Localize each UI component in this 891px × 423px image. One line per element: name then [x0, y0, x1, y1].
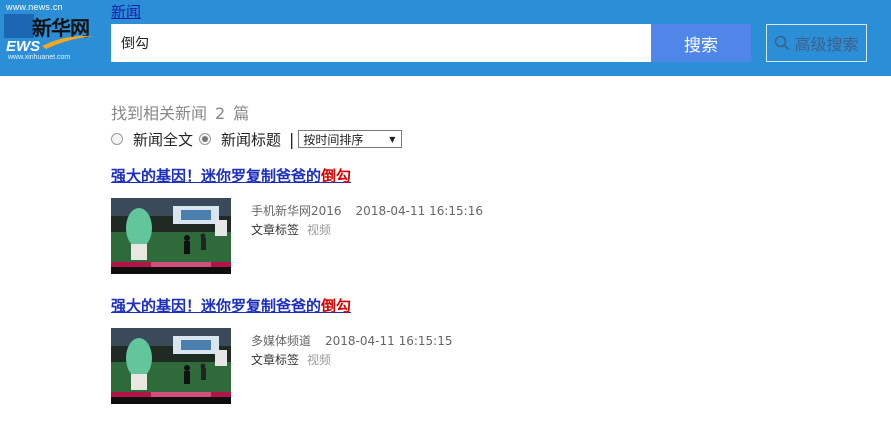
chevron-down-icon: ▼ — [389, 134, 396, 144]
radio-fulltext[interactable] — [111, 133, 123, 145]
result-source: 多媒体频道 — [251, 334, 312, 348]
result-title-1[interactable]: 强大的基因！迷你罗复制爸爸的倒勾 — [111, 165, 351, 186]
search-input[interactable] — [111, 24, 651, 62]
search-filters: 新闻全文 新闻标题 | 按时间排序 ▼ — [111, 129, 403, 150]
result-title-highlight: 倒勾 — [321, 297, 352, 315]
video-thumbnail-image — [111, 198, 231, 274]
result-thumbnail-2[interactable] — [111, 328, 231, 404]
result-tag-label: 文章标签 — [251, 223, 300, 237]
logo-swoosh-icon — [42, 35, 94, 49]
result-datetime: 2018-04-11 16:15:15 — [325, 334, 453, 348]
xinhua-logo[interactable]: www.news.cn 新华网 EWS www.xinhuanet.com — [4, 2, 100, 62]
search-icon — [775, 35, 790, 51]
result-tag-value[interactable]: 视频 — [307, 353, 331, 367]
result-title-2[interactable]: 强大的基因！迷你罗复制爸爸的倒勾 — [111, 295, 351, 316]
advanced-search-button[interactable]: 高级搜索 — [766, 24, 867, 62]
logo-brand-en: EWS — [6, 38, 41, 55]
logo-mark — [4, 14, 34, 38]
result-source: 手机新华网2016 — [251, 204, 342, 218]
radio-title-label[interactable]: 新闻标题 — [221, 129, 281, 150]
sort-select-value: 按时间排序 — [303, 132, 364, 147]
result-tag-value[interactable]: 视频 — [307, 223, 331, 237]
result-thumbnail-1[interactable] — [111, 198, 231, 274]
video-thumbnail-image — [111, 328, 231, 404]
result-datetime: 2018-04-11 16:15:16 — [355, 204, 483, 218]
result-tags-1: 文章标签 视频 — [251, 221, 331, 238]
sort-select[interactable]: 按时间排序 ▼ — [298, 130, 403, 148]
result-count-prefix: 找到相关新闻 — [111, 104, 208, 123]
radio-title[interactable] — [199, 133, 212, 145]
logo-sub-text: www.xinhuanet.com — [8, 54, 71, 61]
result-title-text: 强大的基因！迷你罗复制爸爸的 — [111, 167, 322, 185]
result-title-text: 强大的基因！迷你罗复制爸爸的 — [111, 297, 322, 315]
logo-url-text: www.news.cn — [6, 2, 63, 12]
result-count-number: 2 — [215, 104, 226, 123]
result-count-suffix: 篇 — [233, 104, 250, 123]
result-title-highlight: 倒勾 — [321, 167, 352, 185]
search-button[interactable]: 搜索 — [651, 24, 751, 62]
filter-separator: | — [289, 129, 295, 149]
result-meta-1: 手机新华网2016 2018-04-11 16:15:16 — [251, 202, 483, 219]
result-tag-label: 文章标签 — [251, 353, 300, 367]
channel-link-news[interactable]: 新闻 — [111, 1, 141, 22]
result-count: 找到相关新闻 2 篇 — [111, 100, 249, 124]
header-bar: www.news.cn 新华网 EWS www.xinhuanet.com 新闻… — [0, 0, 891, 76]
result-tags-2: 文章标签 视频 — [251, 351, 331, 368]
result-meta-2: 多媒体频道 2018-04-11 16:15:15 — [251, 332, 452, 349]
radio-fulltext-label[interactable]: 新闻全文 — [133, 129, 193, 150]
advanced-search-label: 高级搜索 — [794, 35, 859, 54]
